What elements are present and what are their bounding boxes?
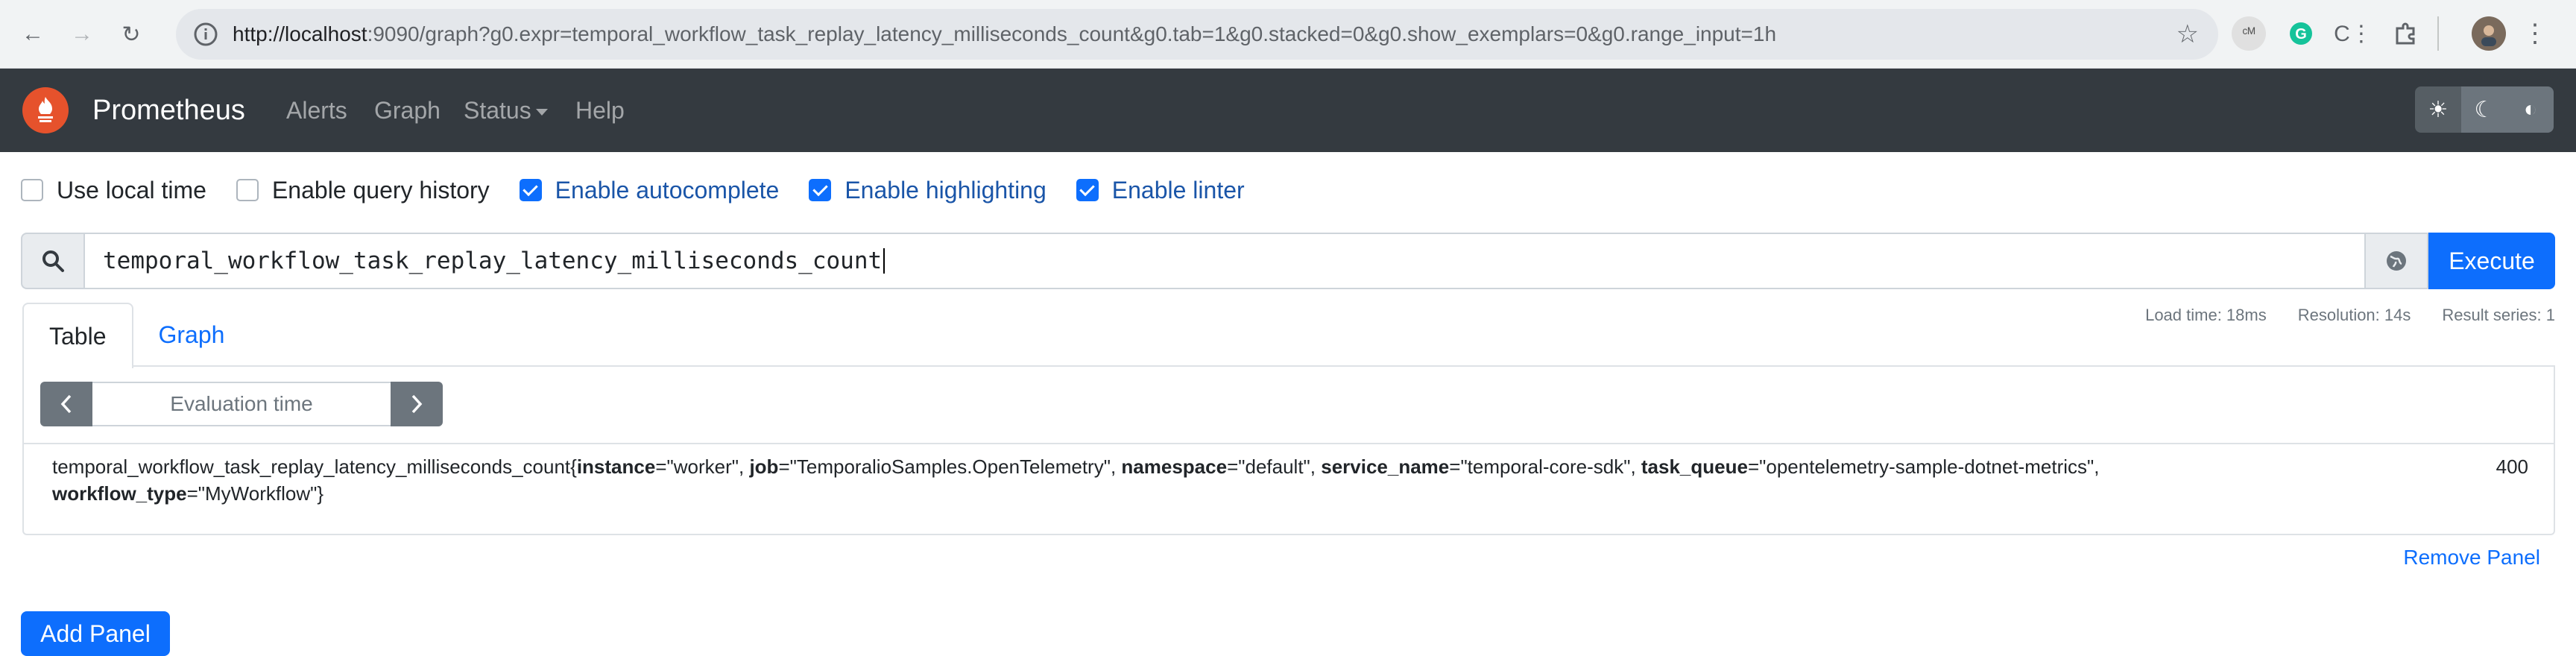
label-key: instance <box>576 455 656 478</box>
theme-toggle-group: ☀ ☾ ◐ <box>2415 86 2554 133</box>
series-labels: temporal_workflow_task_replay_latency_mi… <box>52 455 2100 505</box>
add-panel-button[interactable]: Add Panel <box>21 611 170 656</box>
tab-table[interactable]: Table <box>22 303 133 368</box>
back-icon[interactable]: ← <box>13 15 52 54</box>
label-value: "worker" <box>666 455 739 478</box>
label-value: "MyWorkflow" <box>198 482 318 505</box>
option-autocomplete[interactable]: Enable autocomplete <box>519 176 780 204</box>
url-text[interactable]: http://localhost:9090/graph?g0.expr=temp… <box>233 9 1776 60</box>
dark-theme-icon[interactable]: ☾ <box>2461 86 2507 133</box>
query-history-checkbox[interactable] <box>236 179 259 201</box>
bookmark-star-icon[interactable]: ☆ <box>2176 19 2199 49</box>
query-expression-text: temporal_workflow_task_replay_latency_mi… <box>103 247 883 274</box>
browser-toolbar: ← → ↻ http://localhost:9090/graph?g0.exp… <box>0 0 2576 69</box>
forward-icon[interactable]: → <box>63 15 101 54</box>
query-panel: Evaluation time temporal_workflow_task_r… <box>22 365 2555 535</box>
extensions-puzzle-icon[interactable] <box>2388 16 2422 51</box>
use-local-time-label: Use local time <box>57 176 206 204</box>
label-key: task_queue <box>1641 455 1748 478</box>
label-key: namespace <box>1121 455 1228 478</box>
svg-text:G: G <box>2295 26 2307 42</box>
linter-label: Enable linter <box>1111 176 1245 204</box>
reload-icon[interactable]: ↻ <box>112 15 151 54</box>
chevron-left-icon[interactable] <box>40 382 92 426</box>
nav-graph[interactable]: Graph <box>374 69 441 152</box>
nav-status-label: Status <box>464 97 531 124</box>
autocomplete-checkbox[interactable] <box>519 179 542 201</box>
evaluation-time-picker: Evaluation time <box>40 382 443 426</box>
chevron-down-icon <box>535 109 548 116</box>
extension-grammarly-icon[interactable]: G <box>2284 16 2318 51</box>
autocomplete-label: Enable autocomplete <box>555 176 780 204</box>
panel-tabs: Table Graph <box>22 303 250 368</box>
toolbar-divider <box>2437 16 2439 51</box>
query-bar: temporal_workflow_task_replay_latency_mi… <box>21 233 2555 289</box>
result-series-count: Result series: 1 <box>2442 306 2555 324</box>
series-value: 400 <box>2496 455 2528 478</box>
text-cursor <box>883 248 886 274</box>
option-linter[interactable]: Enable linter <box>1076 177 1245 204</box>
label-value: "opentelemetry-sample-dotnet-metrics" <box>1759 455 2094 478</box>
load-time: Load time: 18ms <box>2145 306 2267 324</box>
evaluation-time-input[interactable]: Evaluation time <box>92 382 391 426</box>
query-history-label: Enable query history <box>271 176 490 204</box>
browser-menu-icon[interactable]: ⋮ <box>2518 16 2552 51</box>
nav-alerts[interactable]: Alerts <box>286 69 347 152</box>
label-key: service_name <box>1321 455 1450 478</box>
prometheus-logo-icon[interactable] <box>22 87 69 133</box>
highlighting-label: Enable highlighting <box>845 176 1046 204</box>
light-theme-icon[interactable]: ☀ <box>2415 86 2461 133</box>
profile-avatar[interactable] <box>2472 16 2506 51</box>
query-options: Use local time Enable query history Enab… <box>21 176 1275 204</box>
option-query-history[interactable]: Enable query history <box>236 177 490 204</box>
execute-button[interactable]: Execute <box>2428 233 2555 289</box>
label-key: workflow_type <box>52 482 187 505</box>
search-icon <box>21 233 83 289</box>
extension-c-icon[interactable]: C⋮ <box>2334 16 2373 51</box>
linter-checkbox[interactable] <box>1076 179 1099 201</box>
chevron-right-icon[interactable] <box>391 382 443 426</box>
label-key: job <box>749 455 779 478</box>
query-expression-input[interactable]: temporal_workflow_task_replay_latency_mi… <box>83 233 2366 289</box>
resolution: Resolution: 14s <box>2297 306 2411 324</box>
label-value: "default" <box>1238 455 1310 478</box>
highlighting-checkbox[interactable] <box>809 179 832 201</box>
top-navbar: Prometheus Alerts Graph Status Help ☀ ☾ … <box>0 69 2576 152</box>
metrics-explorer-globe-icon[interactable] <box>2366 233 2428 289</box>
option-highlighting[interactable]: Enable highlighting <box>809 177 1046 204</box>
tab-graph[interactable]: Graph <box>133 303 250 367</box>
nav-status[interactable]: Status <box>464 69 548 152</box>
auto-theme-icon[interactable]: ◐ <box>2507 86 2554 133</box>
label-value: "temporal-core-sdk" <box>1460 455 1631 478</box>
extension-m-icon[interactable]: ᶜᴹ <box>2232 16 2266 51</box>
query-stats: Load time: 18ms Resolution: 14s Result ser… <box>2114 306 2555 325</box>
metric-name: temporal_workflow_task_replay_latency_mi… <box>52 455 571 478</box>
nav-help[interactable]: Help <box>575 69 625 152</box>
use-local-time-checkbox[interactable] <box>21 179 43 201</box>
remove-panel-link[interactable]: Remove Panel <box>2403 546 2540 570</box>
label-value: "TemporalioSamples.OpenTelemetry" <box>789 455 1111 478</box>
brand-title[interactable]: Prometheus <box>92 69 245 152</box>
address-bar[interactable]: http://localhost:9090/graph?g0.expr=temp… <box>176 9 2218 60</box>
option-use-local-time[interactable]: Use local time <box>21 177 206 204</box>
site-info-icon[interactable] <box>192 21 219 48</box>
table-row: temporal_workflow_task_replay_latency_mi… <box>24 443 2554 507</box>
